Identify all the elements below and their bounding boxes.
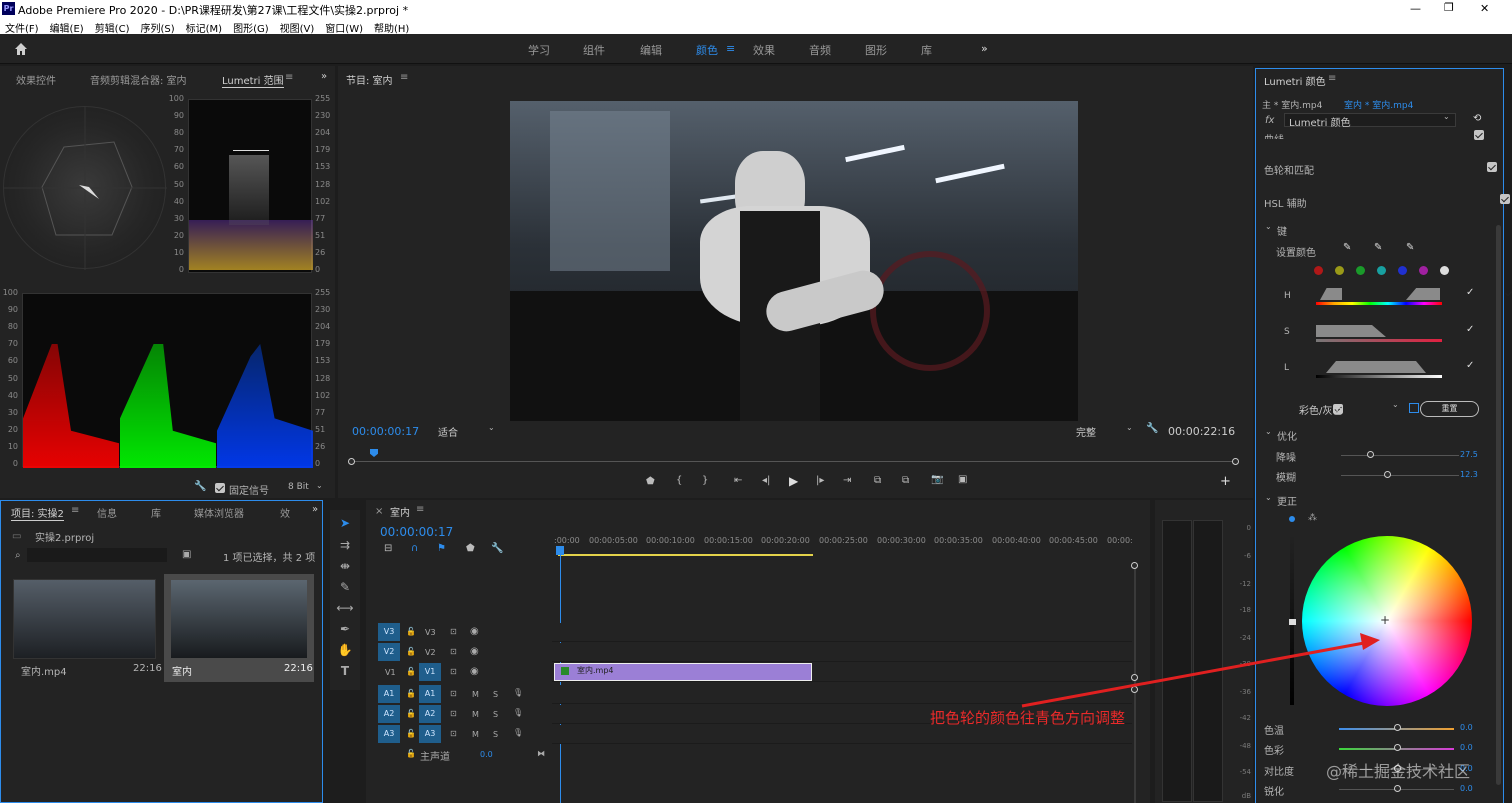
annotation-text: 把色轮的颜色往青色方向调整 (930, 709, 1126, 727)
annotation-arrow (1021, 633, 1380, 708)
watermark: @稀土掘金技术社区 (1326, 762, 1471, 781)
